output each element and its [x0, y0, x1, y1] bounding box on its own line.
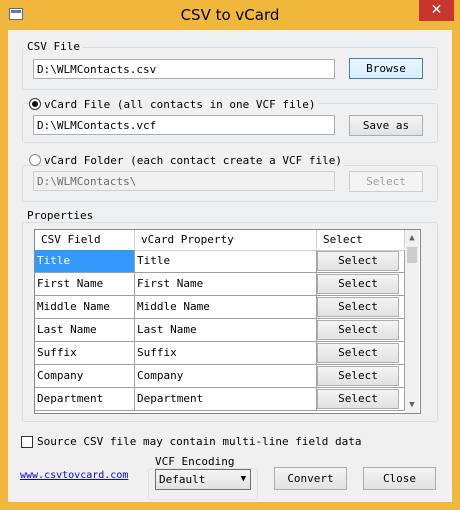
vcf-encoding-select[interactable]: Default ▼	[155, 469, 251, 490]
select-cell: Select	[317, 365, 405, 388]
title-bar[interactable]: CSV to vCard ✕	[0, 0, 460, 30]
csv-field-cell[interactable]: Title	[35, 250, 135, 273]
vcard-file-radio-label: vCard File (all contacts in one VCF file…	[44, 98, 318, 111]
scroll-down-icon[interactable]: ▼	[405, 397, 419, 413]
row-select-button[interactable]: Select	[317, 274, 399, 294]
dialog-body: CSV File Browse vCard File (all contacts…	[8, 30, 452, 502]
close-icon: ✕	[430, 2, 443, 18]
select-cell: Select	[317, 319, 405, 342]
csv-field-cell[interactable]: Department	[35, 388, 135, 411]
select-cell: Select	[317, 250, 405, 273]
vcard-folder-radio-label: vCard Folder (each contact create a VCF …	[44, 154, 345, 167]
vcard-property-cell[interactable]: Suffix	[135, 342, 317, 365]
table-row[interactable]: Suffix Suffix Select	[35, 342, 405, 365]
row-select-button[interactable]: Select	[317, 320, 399, 340]
vcard-property-cell[interactable]: Company	[135, 365, 317, 388]
csv-file-path-input[interactable]	[33, 59, 335, 79]
csv-field-cell[interactable]: Last Name	[35, 319, 135, 342]
close-button[interactable]: Close	[363, 467, 436, 490]
table-row[interactable]: Last Name Last Name Select	[35, 319, 405, 342]
scroll-thumb[interactable]	[407, 247, 417, 263]
chevron-down-icon: ▼	[240, 474, 246, 484]
column-header-csv-field[interactable]: CSV Field	[35, 230, 135, 249]
csv-field-cell[interactable]: Suffix	[35, 342, 135, 365]
vcard-folder-path-input[interactable]	[33, 171, 335, 191]
browse-button[interactable]: Browse	[349, 58, 423, 79]
select-cell: Select	[317, 296, 405, 319]
properties-group-label: Properties	[25, 209, 96, 222]
row-select-button[interactable]: Select	[317, 297, 399, 317]
save-as-button[interactable]: Save as	[349, 115, 423, 136]
select-cell: Select	[317, 388, 405, 411]
table-vertical-scrollbar[interactable]: ▲ ▼	[405, 230, 419, 413]
vcard-file-radio[interactable]	[29, 98, 41, 110]
select-cell: Select	[317, 273, 405, 296]
column-header-vcard-property[interactable]: vCard Property	[135, 230, 317, 249]
window-title: CSV to vCard	[180, 6, 280, 24]
folder-select-button[interactable]: Select	[349, 171, 423, 192]
multiline-checkbox[interactable]	[21, 436, 33, 448]
row-select-button[interactable]: Select	[317, 366, 399, 386]
table-row[interactable]: First Name First Name Select	[35, 273, 405, 296]
table-row[interactable]: Middle Name Middle Name Select	[35, 296, 405, 319]
convert-button[interactable]: Convert	[274, 467, 347, 490]
row-select-button[interactable]: Select	[317, 251, 399, 271]
website-link[interactable]: www.csvtovcard.com	[20, 470, 128, 481]
table-row[interactable]: Department Department Select	[35, 388, 405, 411]
select-cell: Select	[317, 342, 405, 365]
table-row[interactable]: Title Title Select	[35, 250, 405, 273]
vcf-encoding-label: VCF Encoding	[153, 455, 237, 468]
vcf-encoding-value: Default	[159, 473, 206, 486]
csv-field-cell[interactable]: First Name	[35, 273, 135, 296]
csv-file-group-label: CSV File	[25, 40, 82, 53]
multiline-checkbox-label: Source CSV file may contain multi-line f…	[37, 435, 362, 448]
vcard-folder-radio[interactable]	[29, 154, 41, 166]
vcard-property-cell[interactable]: Last Name	[135, 319, 317, 342]
table-row[interactable]: Company Company Select	[35, 365, 405, 388]
properties-table[interactable]: CSV Field vCard Property Select Title Ti…	[34, 229, 421, 414]
properties-table-header: CSV Field vCard Property Select	[35, 230, 405, 251]
vcard-property-cell[interactable]: Middle Name	[135, 296, 317, 319]
vcard-file-path-input[interactable]	[33, 115, 335, 135]
window-close-button[interactable]: ✕	[419, 0, 454, 21]
row-select-button[interactable]: Select	[317, 343, 399, 363]
scroll-up-icon[interactable]: ▲	[405, 230, 419, 246]
vcard-property-cell[interactable]: Title	[135, 250, 317, 273]
column-header-select[interactable]: Select	[317, 230, 405, 249]
vcard-property-cell[interactable]: First Name	[135, 273, 317, 296]
csv-field-cell[interactable]: Middle Name	[35, 296, 135, 319]
row-select-button[interactable]: Select	[317, 389, 399, 409]
app-window: CSV to vCard ✕ CSV File Browse vCard Fil…	[0, 0, 460, 510]
csv-field-cell[interactable]: Company	[35, 365, 135, 388]
vcard-property-cell[interactable]: Department	[135, 388, 317, 411]
